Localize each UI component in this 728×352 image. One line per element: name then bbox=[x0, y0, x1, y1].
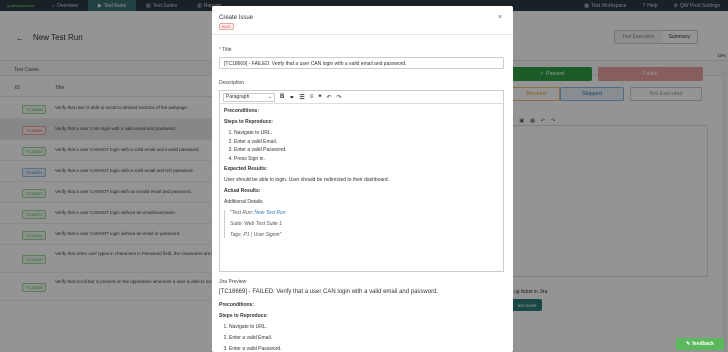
steps-heading: Steps to Reproduce: bbox=[224, 119, 273, 125]
steps-list: Navigate to URL. Enter a valid Email. En… bbox=[234, 130, 499, 162]
list-item: Press Sign in. bbox=[234, 156, 499, 162]
divider bbox=[212, 34, 513, 35]
redo-icon[interactable]: ↷ bbox=[337, 94, 342, 101]
dialog-title: Create Issue bbox=[219, 15, 254, 21]
jira-preview-title: [TC18669] - FAILED: Verify that a user C… bbox=[219, 289, 439, 295]
actual-heading: Actual Results: bbox=[224, 187, 261, 194]
bulleted-list-icon[interactable]: ☰ bbox=[299, 94, 304, 101]
description-editor[interactable]: Preconditions: Steps to Reproduce: Navig… bbox=[219, 104, 504, 272]
quote-icon[interactable]: ❝ bbox=[318, 94, 321, 101]
expected-heading: Expected Results: bbox=[224, 165, 268, 172]
list-item: Enter a valid Email. bbox=[229, 335, 282, 341]
details-quote: "Test Run: New Test Run Suite: Web Test … bbox=[224, 209, 499, 238]
feedback-button[interactable]: ✎ feedback bbox=[676, 338, 724, 350]
numbered-list-icon[interactable]: ≡ bbox=[310, 94, 314, 100]
jira-preview-body: Preconditions: Steps to Reproduce: Navig… bbox=[219, 302, 282, 352]
list-item: Navigate to URL. bbox=[229, 324, 282, 330]
preconditions-heading: Preconditions: bbox=[224, 108, 260, 114]
create-issue-dialog: Create Issue BUG × * Title [TC18669] - F… bbox=[212, 6, 513, 352]
test-run-link[interactable]: New Test Run bbox=[254, 210, 285, 216]
additional-details: Additional Details bbox=[224, 198, 263, 205]
close-icon[interactable]: × bbox=[498, 14, 502, 21]
bug-badge: BUG bbox=[219, 23, 234, 30]
undo-icon[interactable]: ↶ bbox=[327, 94, 332, 101]
title-input[interactable]: [TC18669] - FAILED: Verify that a user C… bbox=[219, 57, 504, 69]
link-icon[interactable]: ⚭ bbox=[289, 94, 294, 101]
tags-text: Tags: P1 | User Signin" bbox=[230, 231, 282, 238]
jira-preview-label: Jira Preview bbox=[219, 279, 247, 285]
chevron-down-icon: ⌄ bbox=[267, 94, 272, 100]
editor-toolbar: Paragraph ⌄ B ⚭ ☰ ≡ ❝ ↶ ↷ bbox=[219, 90, 504, 104]
list-item: Enter a valid Password. bbox=[234, 147, 499, 153]
list-item: Enter a valid Password. bbox=[229, 346, 282, 352]
suite-text: Suite: Web Test Suite 1 bbox=[230, 220, 282, 227]
chat-icon: ✎ bbox=[686, 341, 691, 347]
description-label: Description bbox=[219, 80, 245, 86]
bold-icon[interactable]: B bbox=[280, 94, 284, 100]
paragraph-select[interactable]: Paragraph ⌄ bbox=[223, 92, 275, 102]
list-item: Enter a valid Email. bbox=[234, 139, 499, 145]
list-item: Navigate to URL. bbox=[234, 130, 499, 136]
expected-text: User should be able to login. User shoul… bbox=[224, 176, 390, 183]
title-label: * Title bbox=[219, 47, 232, 53]
